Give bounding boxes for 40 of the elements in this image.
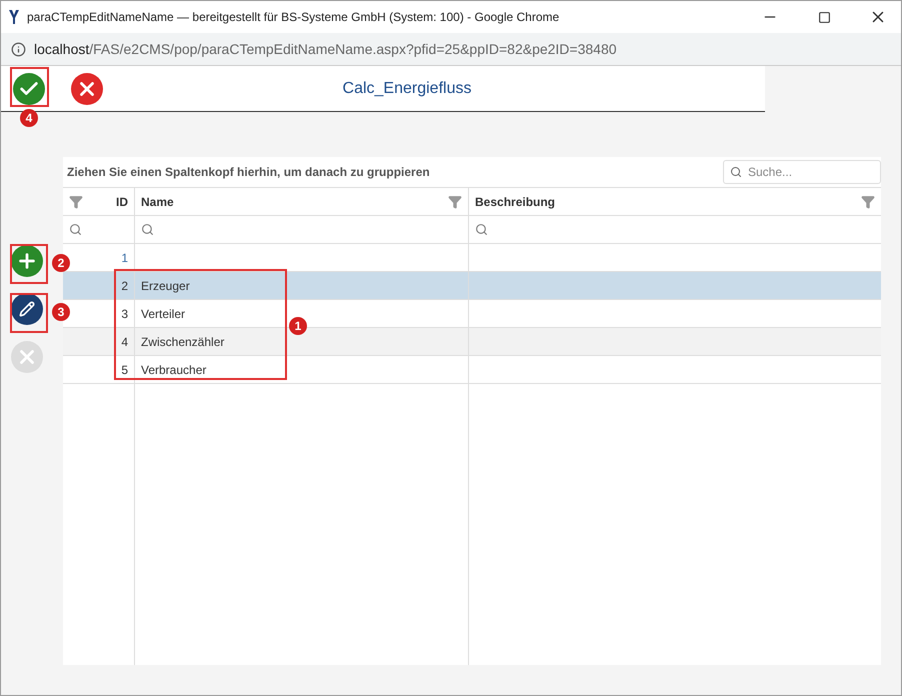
add-button[interactable] [11, 245, 43, 277]
table-row[interactable]: 1 [63, 244, 881, 272]
table-cell: Verbraucher [134, 356, 468, 383]
address-url: localhost/FAS/e2CMS/pop/paraCTempEditNameName.aspx?pfid=25&ppID=82&pe2ID=38480 [34, 41, 617, 57]
group-hint: Ziehen Sie einen Spaltenkopf hierhin, um danach zu gruppieren [67, 165, 430, 179]
search-icon [141, 223, 154, 236]
filter-icon[interactable] [448, 194, 462, 208]
callout-badge: 2 [52, 254, 70, 272]
table-cell-text: 4 [120, 334, 129, 350]
edit-button[interactable] [11, 293, 43, 325]
table-cell-text: 2 [120, 278, 129, 294]
pencil-icon [19, 301, 35, 317]
filter-icon[interactable] [69, 194, 83, 208]
table-cell: Erzeuger [134, 272, 468, 299]
highlight-frame [10, 244, 48, 284]
highlight-frame [10, 293, 48, 333]
info-icon [11, 42, 26, 56]
plus-icon [16, 250, 38, 272]
highlight-frame [10, 67, 49, 107]
save-button[interactable] [13, 72, 45, 104]
search-field[interactable]: Suche... [723, 160, 881, 184]
window-title: paraCTempEditNameName — bereitgestellt für BS-Systeme GmbH (System: 100) - Google Chrome [27, 10, 560, 24]
filter-icon[interactable] [861, 194, 875, 208]
search-icon [475, 223, 488, 236]
table-row[interactable]: 5 Verbraucher [63, 356, 881, 384]
maximize-icon[interactable] [818, 10, 830, 24]
page-title: Calc_Energiefluss [342, 80, 472, 98]
app-logo-icon [9, 10, 19, 24]
column-header[interactable]: ID [63, 188, 134, 215]
table-row[interactable]: 2 Erzeuger [63, 272, 881, 300]
table-cell-text: 3 [120, 306, 129, 322]
table-cell-text: 1 [120, 250, 129, 266]
cancel-button[interactable] [71, 72, 103, 104]
callout-badge: 4 [20, 109, 38, 127]
callout-badge: 3 [52, 303, 70, 321]
column-header[interactable]: Name [134, 188, 468, 215]
table-cell-text: 5 [120, 362, 129, 378]
search-icon [69, 223, 82, 236]
column-header[interactable]: Beschreibung [468, 188, 881, 215]
search-icon [730, 166, 742, 178]
